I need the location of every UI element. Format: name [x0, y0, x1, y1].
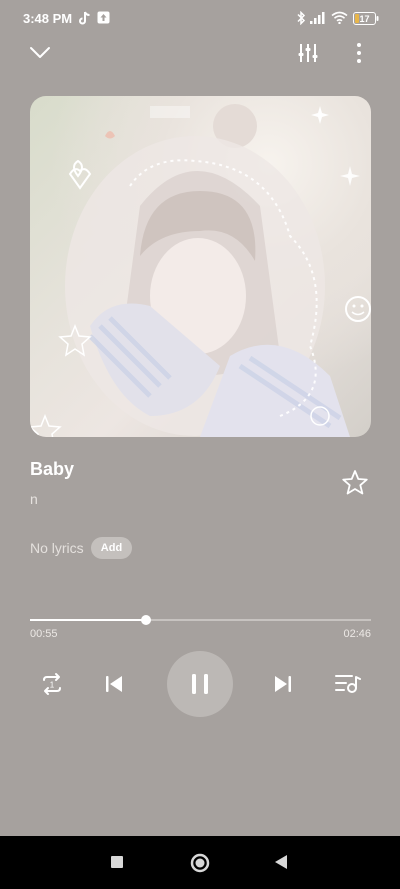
bluetooth-icon: [296, 10, 306, 30]
album-art: [30, 96, 371, 437]
battery-icon: 17: [353, 12, 379, 30]
wifi-icon: [331, 11, 348, 29]
signal-icon: [310, 11, 327, 29]
battery-level: 17: [359, 14, 369, 24]
progress-thumb[interactable]: [140, 615, 151, 625]
tiktok-icon: [79, 11, 91, 30]
recents-square-icon[interactable]: [110, 855, 124, 874]
progress-bar[interactable]: [30, 615, 371, 625]
add-lyrics-button[interactable]: Add: [91, 537, 132, 559]
svg-text:1: 1: [50, 681, 55, 690]
song-title: Baby: [30, 459, 75, 479]
system-nav-bar: [0, 836, 400, 889]
pause-icon: [189, 673, 211, 700]
artist-name[interactable]: n: [30, 491, 38, 507]
back-triangle-icon[interactable]: [274, 854, 288, 875]
repeat-one-icon[interactable]: 1: [38, 672, 66, 701]
equalizer-icon[interactable]: [297, 42, 319, 69]
favorite-star-icon[interactable]: [341, 469, 369, 501]
play-pause-button[interactable]: [167, 651, 233, 717]
collapse-chevron-icon[interactable]: [29, 44, 51, 65]
more-vertical-icon[interactable]: [355, 42, 363, 69]
no-lyrics-label: No lyrics: [30, 540, 84, 556]
next-icon[interactable]: [273, 674, 293, 699]
status-bar: 3:48 PM 17: [0, 0, 400, 38]
playlist-icon[interactable]: [335, 673, 361, 700]
progress-fill: [30, 619, 146, 621]
total-time: 02:46: [343, 628, 371, 640]
upload-icon: [97, 11, 110, 29]
previous-icon[interactable]: [104, 674, 124, 699]
clock: 3:48 PM: [23, 11, 73, 26]
current-time: 00:55: [30, 628, 58, 640]
home-circle-icon[interactable]: [190, 853, 210, 878]
